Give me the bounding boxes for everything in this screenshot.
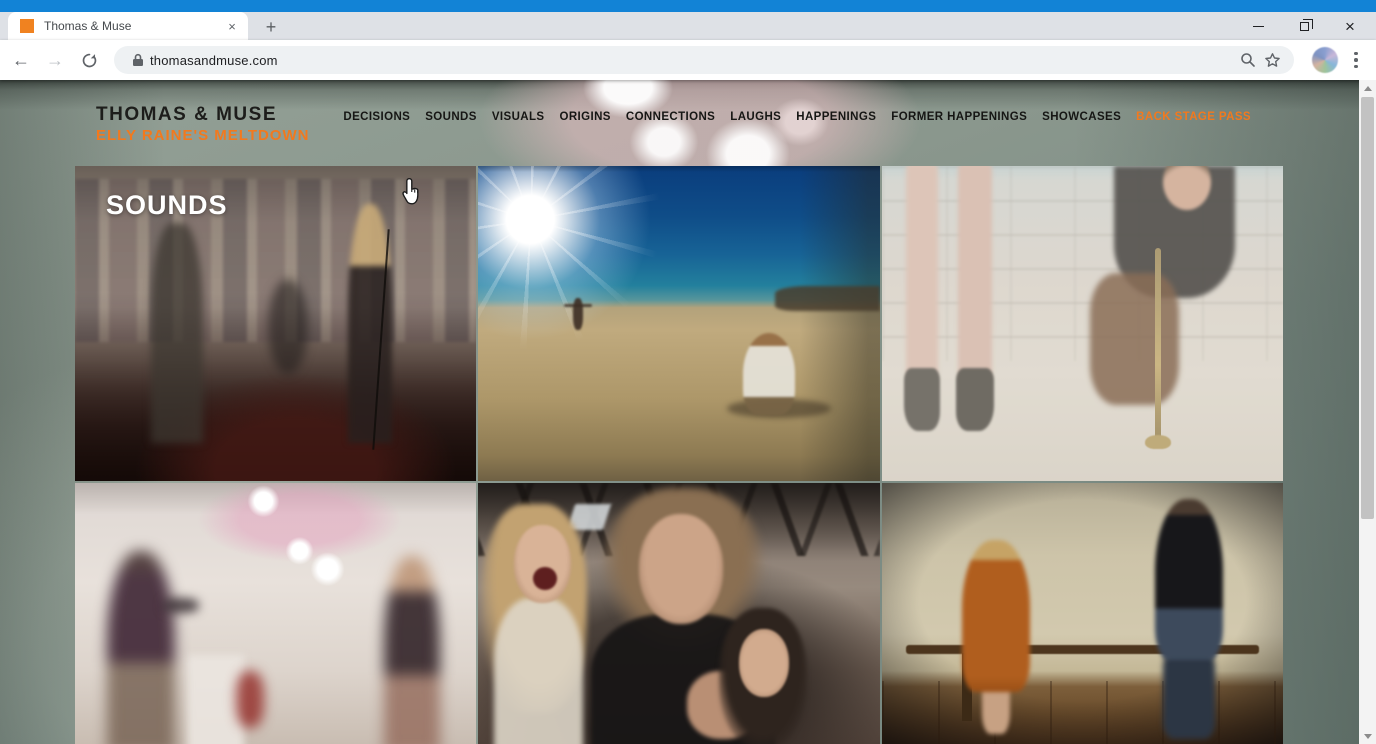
new-tab-button[interactable]: + — [258, 15, 284, 39]
tab-title: Thomas & Muse — [44, 19, 224, 33]
man-face — [639, 514, 723, 624]
main-navigation: DECISIONS SOUNDS VISUALS ORIGINS CONNECT… — [343, 111, 1251, 123]
minimize-button[interactable] — [1248, 16, 1268, 36]
browser-toolbar: ← → thomasandmuse.com — [0, 40, 1376, 80]
seated-trumpeter-figure — [743, 333, 795, 415]
tile-overlay-label: SOUNDS — [106, 190, 228, 221]
reload-button[interactable] — [76, 47, 102, 73]
gallery-tile-beach[interactable] — [478, 166, 879, 481]
back-button[interactable]: ← — [8, 47, 34, 73]
reload-icon — [81, 52, 98, 69]
nav-item-showcases[interactable]: SHOWCASES — [1042, 111, 1121, 123]
singer-figure — [348, 204, 392, 443]
address-bar[interactable]: thomasandmuse.com — [114, 46, 1294, 74]
tab-strip: Thomas & Muse × + × — [0, 12, 1376, 40]
site-brand: THOMAS & MUSE ELLY RAINE'S MELTDOWN — [96, 104, 309, 144]
nav-item-origins[interactable]: ORIGINS — [560, 111, 611, 123]
wood-floor — [882, 681, 1283, 744]
red-object — [236, 671, 264, 728]
browser-tab[interactable]: Thomas & Muse × — [8, 12, 248, 40]
tab-close-icon[interactable]: × — [224, 18, 240, 34]
menu-dot — [1354, 65, 1358, 69]
standing-figure — [573, 298, 583, 330]
close-window-button[interactable]: × — [1340, 16, 1360, 36]
star-icon — [1264, 52, 1281, 69]
minimize-icon — [1253, 26, 1264, 27]
window-accent-strip — [0, 0, 1376, 12]
scrollbar-thumb[interactable] — [1361, 97, 1374, 519]
gallery-tile-bench[interactable] — [882, 483, 1283, 744]
page-scrollbar[interactable] — [1359, 80, 1376, 744]
gallery-tile-live-performance[interactable]: SOUNDS — [75, 166, 476, 481]
gallery-tile-wall-portrait[interactable] — [882, 166, 1283, 481]
lace-dress — [494, 598, 582, 744]
woman-orange-cardigan-figure — [962, 540, 1030, 691]
menu-dot — [1354, 52, 1358, 56]
nav-item-happenings[interactable]: HAPPENINGS — [796, 111, 876, 123]
blurred-man-figure — [107, 551, 175, 744]
bookmark-button[interactable] — [1260, 48, 1284, 72]
cliffs — [775, 286, 879, 311]
blurred-trumpet — [163, 598, 199, 614]
sun-rays — [478, 166, 680, 370]
nav-item-visuals[interactable]: VISUALS — [492, 111, 545, 123]
grimacing-woman-face — [739, 629, 789, 697]
lock-icon — [132, 53, 144, 67]
photo-gallery: SOUNDS — [75, 166, 1283, 744]
restore-icon — [1300, 22, 1309, 31]
nav-item-decisions[interactable]: DECISIONS — [343, 111, 410, 123]
zoom-page-button[interactable] — [1236, 48, 1260, 72]
drummer-figure — [268, 279, 308, 374]
webpage-viewport: THOMAS & MUSE ELLY RAINE'S MELTDOWN DECI… — [0, 80, 1376, 744]
man-jeans-legs — [1163, 650, 1215, 739]
nav-item-back-stage-pass[interactable]: BACK STAGE PASS — [1136, 111, 1251, 123]
man-black-jacket-figure — [1155, 499, 1223, 661]
gallery-tile-blurred-room[interactable] — [75, 483, 476, 744]
screaming-woman-face — [514, 525, 570, 603]
gallery-tile-faces-selfie[interactable] — [478, 483, 879, 744]
close-icon: × — [1345, 18, 1355, 35]
magnifier-icon — [1240, 52, 1256, 68]
profile-avatar[interactable] — [1312, 47, 1338, 73]
scroll-up-arrow[interactable] — [1359, 80, 1376, 96]
scroll-down-arrow[interactable] — [1359, 728, 1376, 744]
site-favicon — [20, 19, 34, 33]
nav-item-laughs[interactable]: LAUGHS — [730, 111, 781, 123]
browser-menu-button[interactable] — [1346, 47, 1366, 73]
nav-item-sounds[interactable]: SOUNDS — [425, 111, 477, 123]
blurred-woman-figure — [384, 556, 440, 744]
url-text[interactable]: thomasandmuse.com — [150, 53, 278, 68]
nav-item-connections[interactable]: CONNECTIONS — [626, 111, 715, 123]
forward-button: → — [42, 47, 68, 73]
washed-haze-overlay — [882, 166, 1283, 481]
open-mouth — [533, 567, 557, 590]
site-subtitle: ELLY RAINE'S MELTDOWN — [96, 127, 309, 144]
menu-dot — [1354, 58, 1358, 62]
nav-item-former-happenings[interactable]: FORMER HAPPENINGS — [891, 111, 1027, 123]
restore-button[interactable] — [1294, 16, 1314, 36]
site-title[interactable]: THOMAS & MUSE — [96, 104, 309, 126]
window-controls: × — [1248, 12, 1370, 40]
trumpet-player-figure — [151, 223, 203, 444]
